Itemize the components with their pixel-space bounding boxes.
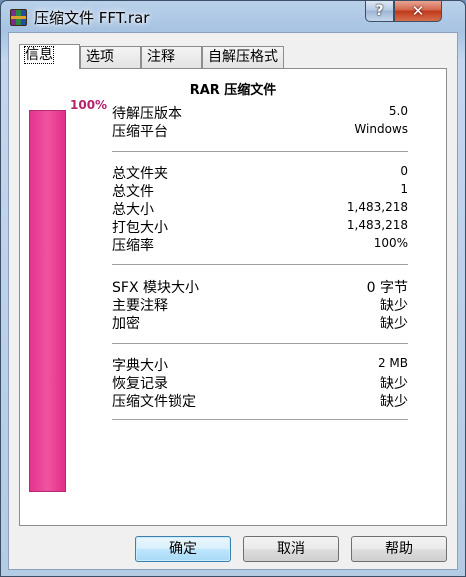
tab-comment[interactable]: 注释 — [141, 46, 202, 68]
info-row: 加密 缺少 — [112, 313, 408, 332]
archive-info-dialog: 压缩文件 FFT.rar ? ✕ 信息 选项 注释 自解压格式 RAR 压缩文件… — [0, 0, 466, 577]
info-value: 0 字节 — [366, 280, 408, 296]
info-value: Windows — [354, 122, 408, 136]
info-key: 总文件 — [112, 184, 154, 200]
info-value: 2 MB — [377, 356, 408, 370]
info-key: 字典大小 — [112, 358, 168, 374]
info-value: 缺少 — [380, 316, 408, 332]
dialog-client-area: 信息 选项 注释 自解压格式 RAR 压缩文件 100% 待解压版本 5.0 压… — [8, 32, 458, 570]
info-value: 0 — [400, 164, 408, 178]
info-key: 总文件夹 — [112, 166, 168, 182]
compression-ratio-bar — [29, 110, 66, 492]
title-bar[interactable]: 压缩文件 FFT.rar ? ✕ — [1, 1, 465, 31]
compression-ratio-fill — [30, 111, 65, 491]
info-key: 压缩文件锁定 — [112, 394, 196, 410]
tab-info-label: 信息 — [24, 46, 54, 64]
info-key: 压缩率 — [112, 238, 154, 254]
tab-options-label: 选项 — [86, 49, 114, 65]
tab-sfx-label: 自解压格式 — [208, 49, 278, 65]
info-key: SFX 模块大小 — [112, 280, 199, 296]
compression-ratio-label: 100% — [70, 98, 108, 112]
info-key: 主要注释 — [112, 298, 168, 314]
close-caption-button[interactable]: ✕ — [394, 1, 442, 22]
info-key: 总大小 — [112, 202, 154, 218]
info-value: 缺少 — [380, 298, 408, 314]
tab-options[interactable]: 选项 — [80, 46, 141, 68]
info-value: 缺少 — [380, 394, 408, 410]
ok-button[interactable]: 确定 — [135, 536, 231, 562]
info-row: 总文件夹 0 — [112, 163, 408, 182]
info-row: 压缩文件锁定 缺少 — [112, 391, 408, 410]
info-key: 加密 — [112, 316, 140, 332]
cancel-button[interactable]: 取消 — [243, 536, 339, 562]
info-row: 压缩平台 Windows — [112, 121, 408, 140]
info-key: 恢复记录 — [112, 376, 168, 392]
winrar-app-icon — [10, 9, 27, 26]
help-button[interactable]: 帮助 — [351, 536, 447, 562]
info-row: 总文件 1 — [112, 181, 408, 200]
info-row: 字典大小 2 MB — [112, 355, 408, 374]
info-value: 5.0 — [388, 104, 408, 118]
info-value: 100% — [373, 236, 408, 250]
info-row: 主要注释 缺少 — [112, 295, 408, 314]
separator — [112, 343, 408, 345]
tab-comment-label: 注释 — [147, 49, 175, 65]
separator — [112, 264, 408, 266]
info-row: 待解压版本 5.0 — [112, 103, 408, 122]
info-key: 压缩平台 — [112, 124, 168, 140]
info-row: SFX 模块大小 0 字节 — [112, 277, 408, 296]
panel-title: RAR 压缩文件 — [189, 83, 277, 98]
info-panel: RAR 压缩文件 100% 待解压版本 5.0 压缩平台 Windows 总文件… — [19, 68, 447, 526]
info-value: 1 — [400, 182, 408, 196]
separator — [112, 151, 408, 153]
info-value: 缺少 — [380, 376, 408, 392]
info-value: 1,483,218 — [346, 218, 408, 232]
info-value: 1,483,218 — [346, 200, 408, 214]
info-key: 打包大小 — [112, 220, 168, 236]
info-row: 压缩率 100% — [112, 235, 408, 254]
tab-info[interactable]: 信息 — [19, 44, 80, 69]
window-title: 压缩文件 FFT.rar — [34, 9, 150, 27]
tab-sfx[interactable]: 自解压格式 — [202, 46, 284, 68]
info-key: 待解压版本 — [112, 106, 182, 122]
info-row: 恢复记录 缺少 — [112, 373, 408, 392]
info-row: 打包大小 1,483,218 — [112, 217, 408, 236]
info-row: 总大小 1,483,218 — [112, 199, 408, 218]
help-caption-button[interactable]: ? — [365, 1, 394, 22]
separator — [112, 419, 408, 421]
